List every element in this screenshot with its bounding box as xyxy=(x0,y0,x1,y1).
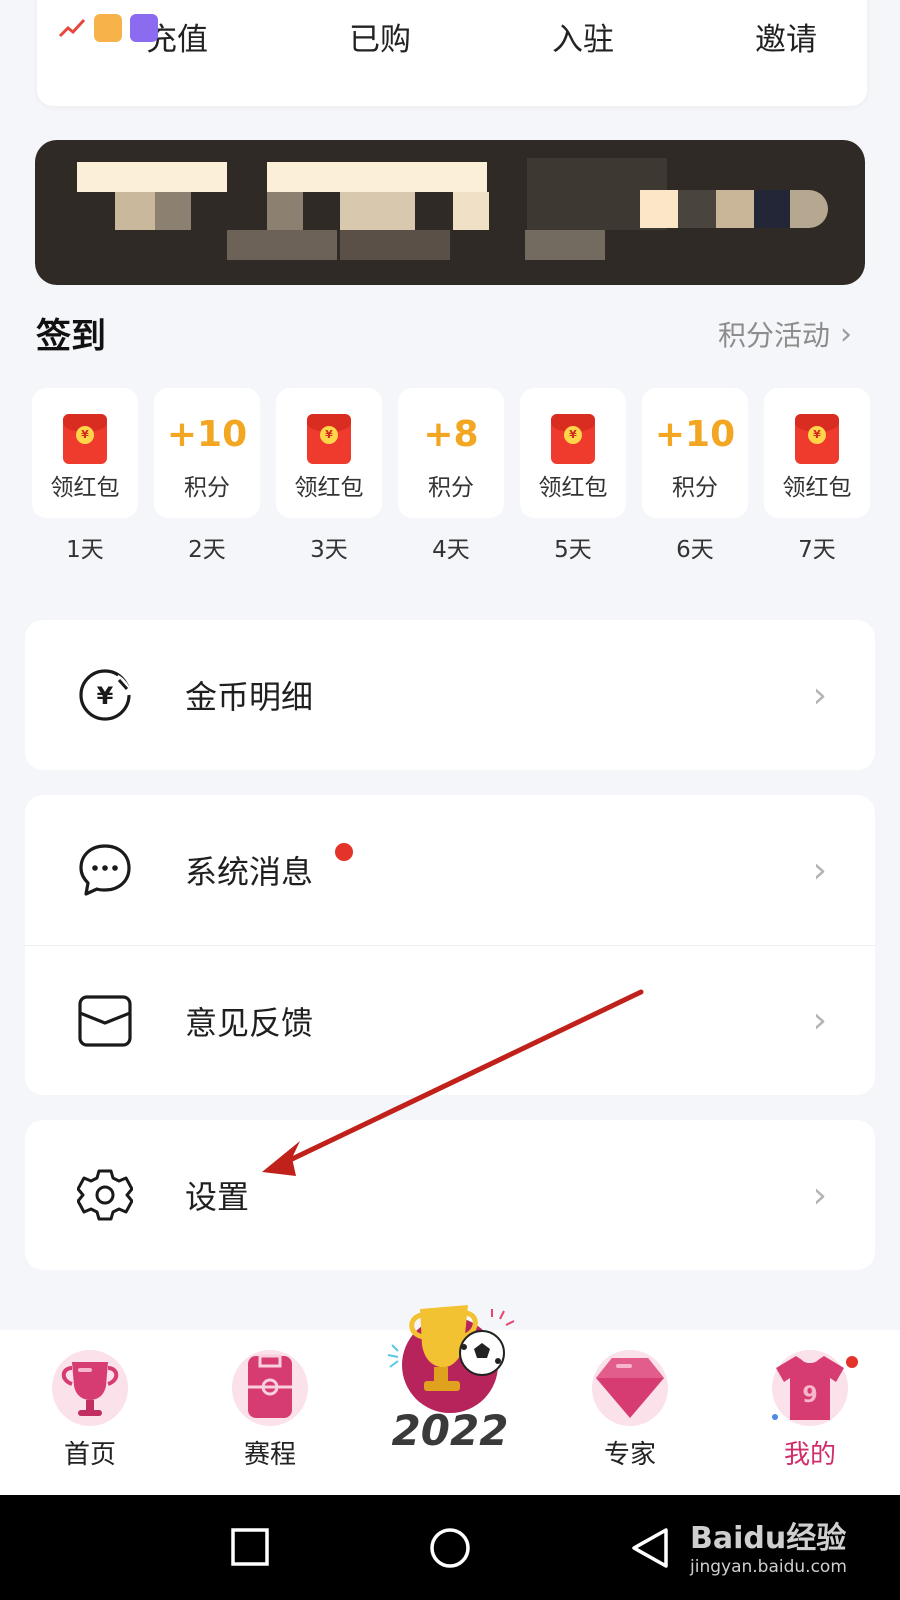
day-number: 7天 xyxy=(798,537,836,563)
menu-item-feedback[interactable]: 意见反馈 › xyxy=(25,945,875,1095)
reward-label: 积分 xyxy=(672,475,718,501)
app-icon-purple xyxy=(130,14,158,42)
world-cup-logo[interactable]: 2022 xyxy=(380,1295,520,1485)
tab-label: 专家 xyxy=(603,1440,656,1470)
signin-day-4[interactable]: +8 积分 xyxy=(398,388,504,518)
reward-label: 领红包 xyxy=(294,475,364,501)
reward-label: 积分 xyxy=(428,475,474,501)
trend-icon xyxy=(58,14,86,42)
day-number: 4天 xyxy=(432,537,470,563)
chevron-right-icon: › xyxy=(812,1000,827,1041)
menu-label: 金币明细 xyxy=(185,678,314,716)
messages-feedback-card: 系统消息 › 意见反馈 › xyxy=(25,795,875,1095)
unread-dot xyxy=(335,843,353,861)
tab-label: 首页 xyxy=(63,1440,116,1470)
chevron-right-icon: › xyxy=(812,1174,827,1216)
home-button[interactable] xyxy=(427,1525,473,1571)
back-button[interactable] xyxy=(628,1525,672,1571)
tab-me[interactable]: 9 我的 xyxy=(750,1350,870,1471)
signin-day-6[interactable]: +10 积分 xyxy=(642,388,748,518)
watermark-main: Baidu经验 xyxy=(690,1521,847,1556)
purchased-button[interactable]: 已购 xyxy=(320,14,440,59)
points-value: +10 xyxy=(166,414,248,455)
reward-label: 领红包 xyxy=(538,475,608,501)
menu-item-coin-detail[interactable]: ¥ 金币明细 › xyxy=(25,620,875,770)
day-number: 2天 xyxy=(188,537,226,563)
tab-label: 赛程 xyxy=(243,1440,296,1470)
menu-item-system-messages[interactable]: 系统消息 › xyxy=(25,795,875,945)
settings-card: 设置 › xyxy=(25,1120,875,1270)
svg-text:¥: ¥ xyxy=(97,682,114,710)
diamond-icon xyxy=(592,1350,668,1426)
recents-button[interactable] xyxy=(228,1525,272,1569)
signin-day-5[interactable]: ¥ 领红包 xyxy=(520,388,626,518)
jersey-icon: 9 xyxy=(772,1350,858,1426)
chat-bubble-icon xyxy=(79,844,131,896)
status-dot xyxy=(772,1414,778,1420)
day-number: 3天 xyxy=(310,537,348,563)
signin-day-7[interactable]: ¥ 领红包 xyxy=(764,388,870,518)
points-activity-label: 积分活动 xyxy=(717,319,830,352)
envelope-icon xyxy=(78,995,132,1047)
reward-label: 积分 xyxy=(184,475,230,501)
join-button[interactable]: 入驻 xyxy=(523,14,643,59)
unread-dot xyxy=(846,1356,858,1368)
day-number: 6天 xyxy=(676,537,714,563)
quick-action-card: 充值 已购 入驻 邀请 xyxy=(37,0,867,106)
tab-schedule[interactable]: 赛程 xyxy=(210,1350,330,1471)
red-envelope-icon: ¥ xyxy=(551,414,595,464)
gear-icon xyxy=(77,1169,133,1221)
signin-title: 签到 xyxy=(36,317,107,357)
system-navigation-bar: Baidu经验 jingyan.baidu.com xyxy=(0,1495,900,1600)
bottom-tab-bar: 首页 赛程 2022 专家 9 我的 xyxy=(0,1305,900,1495)
day-number: 1天 xyxy=(66,537,104,563)
signin-day-3[interactable]: ¥ 领红包 xyxy=(276,388,382,518)
red-envelope-icon: ¥ xyxy=(307,414,351,464)
trophy-icon xyxy=(52,1350,128,1426)
status-bar-icons xyxy=(58,14,158,44)
menu-item-settings[interactable]: 设置 › xyxy=(25,1120,875,1270)
chevron-right-icon: › xyxy=(812,849,827,891)
reward-label: 领红包 xyxy=(782,475,852,501)
points-value: +10 xyxy=(654,414,736,455)
tab-experts[interactable]: 专家 xyxy=(570,1350,690,1471)
world-cup-year: 2022 xyxy=(392,1406,509,1455)
coin-detail-card: ¥ 金币明细 › xyxy=(25,620,875,770)
reward-label: 领红包 xyxy=(50,475,120,501)
baidu-watermark: Baidu经验 jingyan.baidu.com xyxy=(690,1513,847,1577)
signin-day-1[interactable]: ¥ 领红包 xyxy=(32,388,138,518)
day-number: 5天 xyxy=(554,537,592,563)
points-activity-link[interactable]: 积分活动 › xyxy=(718,314,852,354)
red-envelope-icon: ¥ xyxy=(795,414,839,464)
red-envelope-icon: ¥ xyxy=(63,414,107,464)
watermark-sub: jingyan.baidu.com xyxy=(690,1557,847,1577)
points-value: +8 xyxy=(423,414,479,455)
menu-label: 系统消息 xyxy=(185,853,314,891)
invite-button[interactable]: 邀请 xyxy=(726,14,846,59)
menu-label: 意见反馈 xyxy=(185,1003,314,1042)
svg-text:9: 9 xyxy=(802,1383,817,1408)
tab-label: 我的 xyxy=(783,1440,836,1470)
signin-day-2[interactable]: +10 积分 xyxy=(154,388,260,518)
chevron-right-icon: › xyxy=(840,316,852,352)
chevron-right-icon: › xyxy=(812,674,827,716)
yuan-coin-icon: ¥ xyxy=(79,669,132,721)
menu-label: 设置 xyxy=(185,1178,250,1216)
pitch-icon xyxy=(232,1350,308,1426)
promo-banner[interactable] xyxy=(35,140,865,285)
app-icon-yellow xyxy=(94,14,122,42)
tab-home[interactable]: 首页 xyxy=(30,1350,150,1471)
